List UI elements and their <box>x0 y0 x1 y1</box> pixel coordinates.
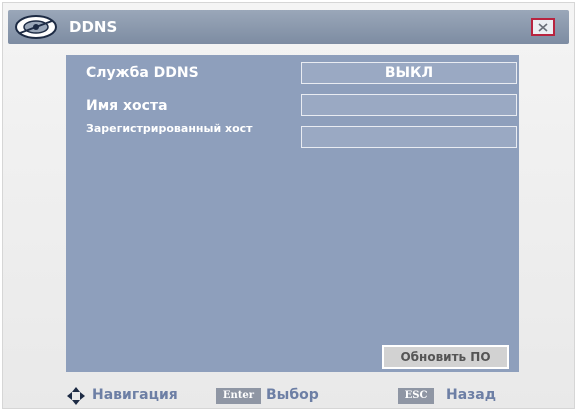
esc-key-badge: ESC <box>398 388 434 404</box>
host-name-label: Имя хоста <box>86 98 168 114</box>
enter-key-badge: Enter <box>216 388 261 404</box>
ddns-service-label: Служба DDNS <box>86 65 199 81</box>
close-button[interactable] <box>531 18 555 36</box>
footer-hints: Навигация Enter Выбор ESC Назад <box>0 383 578 407</box>
title-bar: DDNS <box>8 10 569 44</box>
update-firmware-button[interactable]: Обновить ПО <box>382 345 509 369</box>
ddns-dialog: DDNS Служба DDNS ВЫКЛ Имя хоста Зарегист… <box>2 2 575 409</box>
satellite-dish-icon <box>15 15 57 39</box>
navigation-hint: Навигация <box>92 387 178 403</box>
close-icon <box>538 23 548 32</box>
navigation-arrows-icon <box>67 387 85 405</box>
registered-host-label: Зарегистрированный хост <box>86 122 253 135</box>
back-hint: Назад <box>446 387 497 403</box>
window-title: DDNS <box>69 18 118 36</box>
ddns-service-field[interactable]: ВЫКЛ <box>301 62 517 84</box>
select-hint: Выбор <box>266 387 319 403</box>
host-name-field[interactable] <box>301 94 517 116</box>
settings-panel: Служба DDNS ВЫКЛ Имя хоста Зарегистриров… <box>66 55 519 372</box>
registered-host-field[interactable] <box>301 126 517 148</box>
